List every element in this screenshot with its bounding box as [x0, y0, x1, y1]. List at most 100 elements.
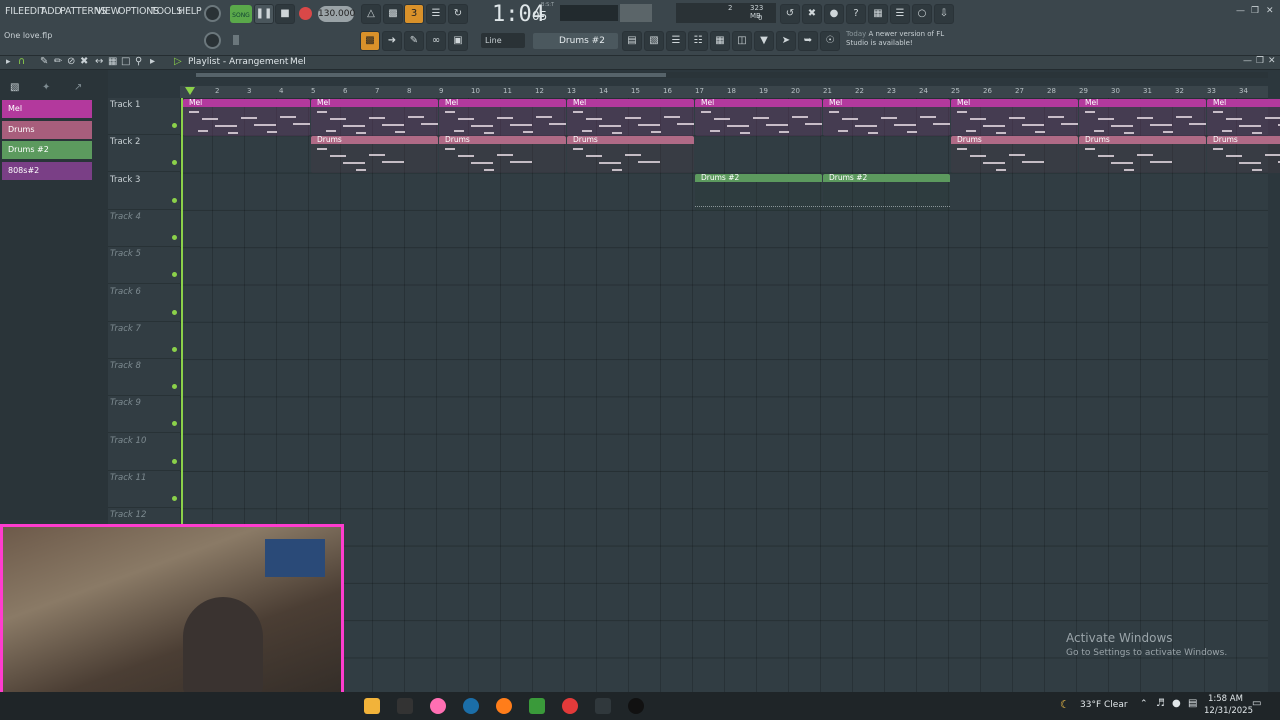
- track-header[interactable]: Track 4: [108, 210, 180, 247]
- stamp-icon[interactable]: ▣: [448, 31, 468, 51]
- weather-condition[interactable]: Clear: [1104, 700, 1128, 710]
- playhead-marker[interactable]: [185, 87, 195, 95]
- download-icon[interactable]: ⇩: [934, 4, 954, 24]
- pattern-clip-drums[interactable]: Drums: [311, 136, 438, 174]
- blend-notes-icon[interactable]: ☰: [426, 4, 446, 24]
- track-mute-led[interactable]: [172, 496, 177, 501]
- picker-pattern-icon[interactable]: ▧: [10, 82, 19, 93]
- pattern-clip-drums2[interactable]: Drums #2: [823, 173, 950, 211]
- step-seq-icon[interactable]: ▧: [644, 31, 664, 51]
- track-mute-led[interactable]: [172, 384, 177, 390]
- pattern-clip-mel[interactable]: Mel: [183, 99, 310, 136]
- master-volume-knob[interactable]: [204, 5, 221, 22]
- menu-add[interactable]: ADD: [41, 6, 62, 17]
- notification-icon[interactable]: ▭: [1252, 698, 1261, 709]
- undo-icon[interactable]: ↺: [780, 4, 800, 24]
- fl-studio-icon[interactable]: [628, 698, 644, 714]
- track-mute-led[interactable]: [172, 458, 177, 464]
- slice-tool-icon[interactable]: ▦: [108, 56, 117, 67]
- pause-button[interactable]: ❚❚: [254, 4, 274, 24]
- tray-chevron-icon[interactable]: ⌃: [1140, 699, 1148, 709]
- window-minimize-icon[interactable]: —: [1236, 6, 1245, 16]
- stop-button[interactable]: ■: [275, 4, 295, 24]
- app-red-icon[interactable]: [562, 698, 578, 714]
- piano-roll-icon[interactable]: ▩: [360, 31, 380, 51]
- cut-icon[interactable]: ✖: [802, 4, 822, 24]
- pattern-item-808s2[interactable]: 808s#2: [2, 162, 92, 180]
- pattern-clip-drums[interactable]: Drums: [1079, 136, 1206, 174]
- mic-tray-icon[interactable]: ●: [1172, 698, 1181, 709]
- playlist-close-icon[interactable]: ✕: [1268, 56, 1276, 66]
- network-icon[interactable]: ▤: [1188, 698, 1197, 709]
- track-header[interactable]: Track 10: [108, 434, 180, 471]
- track-header[interactable]: Track 7: [108, 322, 180, 359]
- pattern-clip-mel[interactable]: Mel: [567, 99, 694, 136]
- window-restore-icon[interactable]: ❐: [1251, 6, 1259, 16]
- save-icon[interactable]: ▦: [868, 4, 888, 24]
- countdown-icon[interactable]: 3: [404, 4, 424, 24]
- magnet-icon[interactable]: ∩: [18, 56, 25, 67]
- mixer-view-icon[interactable]: ☷: [688, 31, 708, 51]
- microphone-icon[interactable]: ●: [824, 4, 844, 24]
- song-mode-toggle[interactable]: SONG: [230, 5, 252, 23]
- track-mute-led[interactable]: [172, 160, 177, 166]
- playlist-scrollbar[interactable]: [196, 72, 1268, 78]
- firefox-icon[interactable]: [496, 698, 512, 714]
- tempo-tapper-icon[interactable]: ➥: [798, 31, 818, 51]
- zoom-tool-icon[interactable]: ⚲: [135, 56, 142, 67]
- browser-icon[interactable]: ◫: [732, 31, 752, 51]
- playback-tool-icon[interactable]: ▸: [150, 56, 155, 67]
- edison-icon[interactable]: ➤: [776, 31, 796, 51]
- track-mute-led[interactable]: [172, 346, 177, 352]
- plugin-icon[interactable]: ▼: [754, 31, 774, 51]
- clock-date[interactable]: 12/31/2025: [1204, 706, 1253, 716]
- pattern-clip-drums2[interactable]: Drums #2: [695, 173, 822, 211]
- pattern-clip-mel[interactable]: Mel: [951, 99, 1078, 136]
- pattern-clip-drums[interactable]: Drums: [567, 136, 694, 174]
- pattern-clip-drums[interactable]: Drums: [1207, 136, 1280, 174]
- track-header[interactable]: Track 11: [108, 471, 180, 508]
- shop-icon[interactable]: ☉: [820, 31, 840, 51]
- wait-input-icon[interactable]: ▩: [383, 4, 403, 24]
- volume-icon[interactable]: ♬: [1156, 698, 1165, 709]
- pattern-clip-drums[interactable]: Drums: [439, 136, 566, 174]
- track-header[interactable]: Track 9: [108, 396, 180, 434]
- help-icon[interactable]: ?: [846, 4, 866, 24]
- track-mute-led[interactable]: [172, 197, 177, 203]
- track-mute-led[interactable]: [172, 123, 177, 128]
- track-mute-led[interactable]: [172, 309, 177, 315]
- playlist-icon[interactable]: ☰: [666, 31, 686, 51]
- pattern-clip-mel[interactable]: Mel: [1207, 99, 1280, 136]
- window-close-icon[interactable]: ✕: [1266, 6, 1274, 16]
- playlist-minimize-icon[interactable]: —: [1243, 56, 1252, 66]
- pattern-clip-mel[interactable]: Mel: [1079, 99, 1206, 136]
- mute-tool-icon[interactable]: ✖: [80, 56, 88, 67]
- pattern-item-drums2[interactable]: Drums #2: [2, 141, 92, 159]
- timeline-ruler[interactable]: 2 3 4 5 6 7 8 9 10 11 12 13 14 15 16 17 18 19 20 21 22 23 24 25…: [180, 86, 1268, 98]
- paint-tool-icon[interactable]: ✏: [54, 56, 62, 67]
- mixer-icon[interactable]: ☰: [890, 4, 910, 24]
- menu-file[interactable]: FILE: [5, 6, 24, 17]
- metronome-icon[interactable]: △: [361, 4, 381, 24]
- pattern-clip-mel[interactable]: Mel: [311, 99, 438, 136]
- picker-audio-icon[interactable]: ✦: [42, 82, 50, 93]
- channel-rack-icon[interactable]: ▤: [622, 31, 642, 51]
- track-header[interactable]: Track 1: [108, 98, 180, 135]
- minecraft-icon[interactable]: [529, 698, 545, 714]
- steam-icon[interactable]: [463, 698, 479, 714]
- snap-selector[interactable]: Line: [481, 33, 525, 48]
- arrow-tool-icon[interactable]: ➜: [382, 31, 402, 51]
- link-icon[interactable]: ∞: [426, 31, 446, 51]
- chrome-icon[interactable]: [364, 698, 380, 714]
- track-header[interactable]: Track 3: [108, 173, 180, 210]
- track-header[interactable]: Track 5: [108, 247, 180, 285]
- picker-automation-icon[interactable]: ↗: [74, 82, 82, 93]
- news-panel[interactable]: Today A newer version of FL Studio is av…: [846, 30, 950, 48]
- app-dash-icon[interactable]: [595, 698, 611, 714]
- select-tool-icon[interactable]: □: [121, 56, 130, 67]
- clock-time[interactable]: 1:58 AM: [1208, 694, 1243, 704]
- tempo-display[interactable]: 130.000: [318, 6, 355, 22]
- pattern-clip-mel[interactable]: Mel: [823, 99, 950, 136]
- menu-help[interactable]: HELP: [178, 6, 202, 17]
- track-header[interactable]: Track 6: [108, 285, 180, 322]
